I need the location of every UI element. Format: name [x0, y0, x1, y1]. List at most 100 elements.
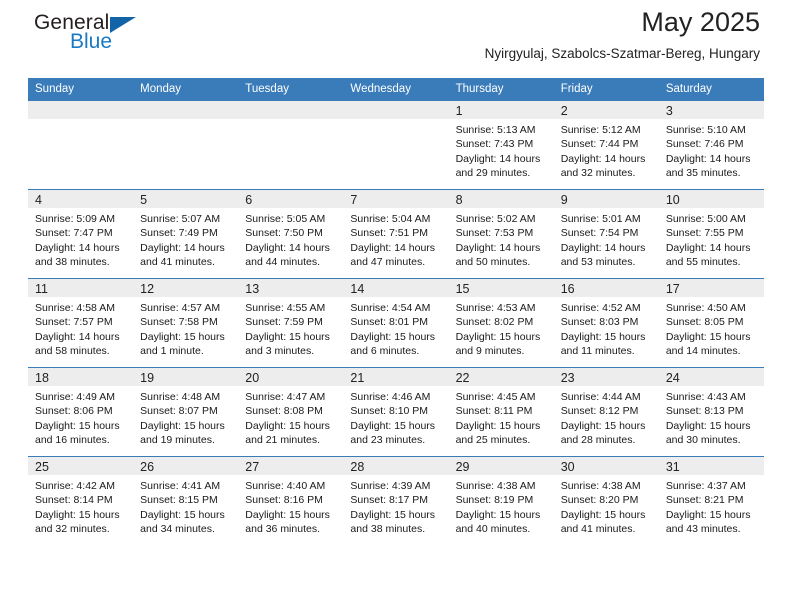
day-detail-line: Daylight: 15 hours [350, 508, 436, 521]
day-detail-line: Daylight: 14 hours [350, 241, 436, 254]
day-detail-line: Sunrise: 5:12 AM [560, 124, 641, 136]
weekday-header-friday: Friday [553, 78, 659, 101]
day-detail-line: Daylight: 15 hours [455, 330, 541, 343]
calendar-day-cell[interactable]: 8 Sunrise: 5:02 AM Sunset: 7:53 PM Daylight… [448, 189, 554, 279]
calendar-day-cell[interactable]: 15 Sunrise: 4:53 AM Sunset: 8:02 PM Dayligh… [448, 278, 554, 368]
day-detail-line: Sunrise: 5:07 AM [140, 213, 221, 225]
calendar-day-cell[interactable]: 2 Sunrise: 5:12 AM Sunset: 7:44 PM Daylight… [553, 100, 659, 190]
day-detail-line: Sunrise: 4:38 AM [560, 480, 641, 492]
day-number: 22 [455, 371, 470, 385]
day-detail-line: Sunrise: 4:55 AM [245, 302, 326, 314]
weekday-header-tuesday: Tuesday [238, 78, 344, 101]
day-number: 1 [455, 104, 463, 118]
weekday-header-wednesday: Wednesday [343, 78, 449, 101]
day-detail-line: Daylight: 15 hours [665, 508, 751, 521]
day-detail-line: and 32 minutes. [35, 523, 110, 536]
calendar-day-cell[interactable]: 9 Sunrise: 5:01 AM Sunset: 7:54 PM Daylight… [553, 189, 659, 279]
day-detail-block: Sunrise: 4:55 AM Sunset: 7:59 PM Daylight:… [238, 297, 343, 359]
day-detail-line: Daylight: 14 hours [560, 152, 646, 165]
calendar-day-cell[interactable]: 29 Sunrise: 4:38 AM Sunset: 8:19 PM Dayligh… [448, 456, 554, 545]
day-detail-block: Sunrise: 4:57 AM Sunset: 7:58 PM Daylight:… [133, 297, 238, 359]
calendar-day-cell[interactable]: 23 Sunrise: 4:44 AM Sunset: 8:12 PM Dayligh… [553, 367, 659, 457]
day-detail-line: Daylight: 15 hours [35, 508, 120, 521]
day-detail-line: and 36 minutes. [245, 523, 320, 536]
day-detail-line: Daylight: 15 hours [560, 508, 646, 521]
weekday-header-saturday: Saturday [658, 78, 764, 101]
day-number: 17 [665, 282, 680, 296]
calendar-day-cell[interactable]: 11 Sunrise: 4:58 AM Sunset: 7:57 PM Dayligh… [28, 278, 134, 368]
day-detail-line: Sunset: 8:05 PM [665, 316, 744, 329]
day-number: 6 [245, 193, 253, 207]
calendar-day-cell[interactable]: 28 Sunrise: 4:39 AM Sunset: 8:17 PM Dayligh… [343, 456, 449, 545]
calendar-day-cell[interactable]: 21 Sunrise: 4:46 AM Sunset: 8:10 PM Dayligh… [343, 367, 449, 457]
day-number: 14 [350, 282, 365, 296]
calendar-day-cell[interactable]: 19 Sunrise: 4:48 AM Sunset: 8:07 PM Dayligh… [133, 367, 239, 457]
day-detail-line: Sunrise: 4:47 AM [245, 391, 326, 403]
day-number-band: 25 [28, 457, 134, 475]
day-detail-block: Sunrise: 4:45 AM Sunset: 8:11 PM Daylight:… [449, 386, 554, 448]
calendar-day-cell[interactable]: 14 Sunrise: 4:54 AM Sunset: 8:01 PM Dayligh… [343, 278, 449, 368]
day-detail-line: Sunset: 8:11 PM [455, 405, 533, 418]
brand-logo-blue: Blue [70, 30, 113, 53]
day-detail-block: Sunrise: 5:00 AM Sunset: 7:55 PM Daylight:… [659, 208, 764, 270]
day-detail-line: Sunset: 8:21 PM [665, 494, 744, 507]
day-detail-line: and 58 minutes. [35, 345, 110, 358]
day-detail-line: Sunset: 8:19 PM [455, 494, 534, 507]
calendar-day-cell[interactable]: 10 Sunrise: 5:00 AM Sunset: 7:55 PM Dayligh… [658, 189, 764, 279]
day-detail-line: and 30 minutes. [665, 434, 741, 447]
day-number: 11 [35, 282, 48, 296]
calendar-day-cell[interactable]: 18 Sunrise: 4:49 AM Sunset: 8:06 PM Dayligh… [28, 367, 134, 457]
day-number-band: 29 [448, 457, 554, 475]
day-detail-line: Sunset: 8:15 PM [140, 494, 218, 507]
calendar-cell-empty [238, 100, 344, 190]
day-detail-block [343, 119, 448, 123]
day-detail-line: Sunset: 8:08 PM [245, 405, 323, 418]
brand-logo[interactable]: General Blue [34, 12, 164, 64]
day-number-band [133, 101, 239, 119]
day-detail-line: Sunset: 7:57 PM [35, 316, 113, 329]
day-number-band: 14 [343, 279, 449, 297]
day-number: 15 [455, 282, 470, 296]
calendar-day-cell[interactable]: 3 Sunrise: 5:10 AM Sunset: 7:46 PM Daylight… [658, 100, 764, 190]
day-detail-line: Sunrise: 5:02 AM [455, 213, 536, 225]
calendar-day-cell[interactable]: 16 Sunrise: 4:52 AM Sunset: 8:03 PM Dayligh… [553, 278, 659, 368]
calendar-day-cell[interactable]: 17 Sunrise: 4:50 AM Sunset: 8:05 PM Dayligh… [658, 278, 764, 368]
day-detail-line: Sunset: 8:02 PM [455, 316, 534, 329]
day-detail-line: and 38 minutes. [350, 523, 426, 536]
calendar-day-cell[interactable]: 4 Sunrise: 5:09 AM Sunset: 7:47 PM Daylight… [28, 189, 134, 279]
day-number: 24 [665, 371, 680, 385]
calendar-day-cell[interactable]: 20 Sunrise: 4:47 AM Sunset: 8:08 PM Dayligh… [238, 367, 344, 457]
calendar-day-cell[interactable]: 13 Sunrise: 4:55 AM Sunset: 7:59 PM Dayligh… [238, 278, 344, 368]
day-detail-block: Sunrise: 4:38 AM Sunset: 8:20 PM Daylight:… [554, 475, 659, 537]
day-number: 7 [350, 193, 358, 207]
day-detail-line: Daylight: 14 hours [665, 152, 751, 165]
day-detail-line: and 34 minutes. [140, 523, 215, 536]
calendar-day-cell[interactable]: 12 Sunrise: 4:57 AM Sunset: 7:58 PM Dayligh… [133, 278, 239, 368]
day-detail-block: Sunrise: 4:44 AM Sunset: 8:12 PM Daylight:… [554, 386, 659, 448]
calendar-day-cell[interactable]: 27 Sunrise: 4:40 AM Sunset: 8:16 PM Dayligh… [238, 456, 344, 545]
day-detail-block: Sunrise: 4:46 AM Sunset: 8:10 PM Daylight:… [343, 386, 448, 448]
calendar-day-cell[interactable]: 25 Sunrise: 4:42 AM Sunset: 8:14 PM Dayligh… [28, 456, 134, 545]
day-detail-line: Sunrise: 5:01 AM [560, 213, 641, 225]
calendar-day-cell[interactable]: 26 Sunrise: 4:41 AM Sunset: 8:15 PM Dayligh… [133, 456, 239, 545]
day-detail-line: and 14 minutes. [665, 345, 741, 358]
calendar-day-cell[interactable]: 24 Sunrise: 4:43 AM Sunset: 8:13 PM Dayligh… [658, 367, 764, 457]
calendar-day-cell[interactable]: 31 Sunrise: 4:37 AM Sunset: 8:21 PM Dayligh… [658, 456, 764, 545]
calendar-day-cell[interactable]: 1 Sunrise: 5:13 AM Sunset: 7:43 PM Daylight… [448, 100, 554, 190]
weekday-header-row: Sunday Monday Tuesday Wednesday Thursday… [28, 78, 764, 101]
day-number: 4 [35, 193, 42, 207]
day-detail-block: Sunrise: 4:40 AM Sunset: 8:16 PM Daylight:… [238, 475, 343, 537]
calendar-week-row: 18 Sunrise: 4:49 AM Sunset: 8:06 PM Dayligh… [28, 367, 764, 457]
day-detail-block: Sunrise: 4:52 AM Sunset: 8:03 PM Daylight:… [554, 297, 659, 359]
day-number: 5 [140, 193, 148, 207]
calendar-day-cell[interactable]: 22 Sunrise: 4:45 AM Sunset: 8:11 PM Dayligh… [448, 367, 554, 457]
day-detail-line: and 43 minutes. [665, 523, 741, 536]
calendar-day-cell[interactable]: 7 Sunrise: 5:04 AM Sunset: 7:51 PM Daylight… [343, 189, 449, 279]
calendar-day-cell[interactable]: 5 Sunrise: 5:07 AM Sunset: 7:49 PM Daylight… [133, 189, 239, 279]
day-detail-line: Daylight: 15 hours [35, 419, 120, 432]
calendar-day-cell[interactable]: 6 Sunrise: 5:05 AM Sunset: 7:50 PM Daylight… [238, 189, 344, 279]
calendar-day-cell[interactable]: 30 Sunrise: 4:38 AM Sunset: 8:20 PM Dayligh… [553, 456, 659, 545]
day-detail-line: Sunset: 8:10 PM [350, 405, 429, 418]
day-detail-line: and 19 minutes. [140, 434, 215, 447]
day-number: 12 [140, 282, 155, 296]
